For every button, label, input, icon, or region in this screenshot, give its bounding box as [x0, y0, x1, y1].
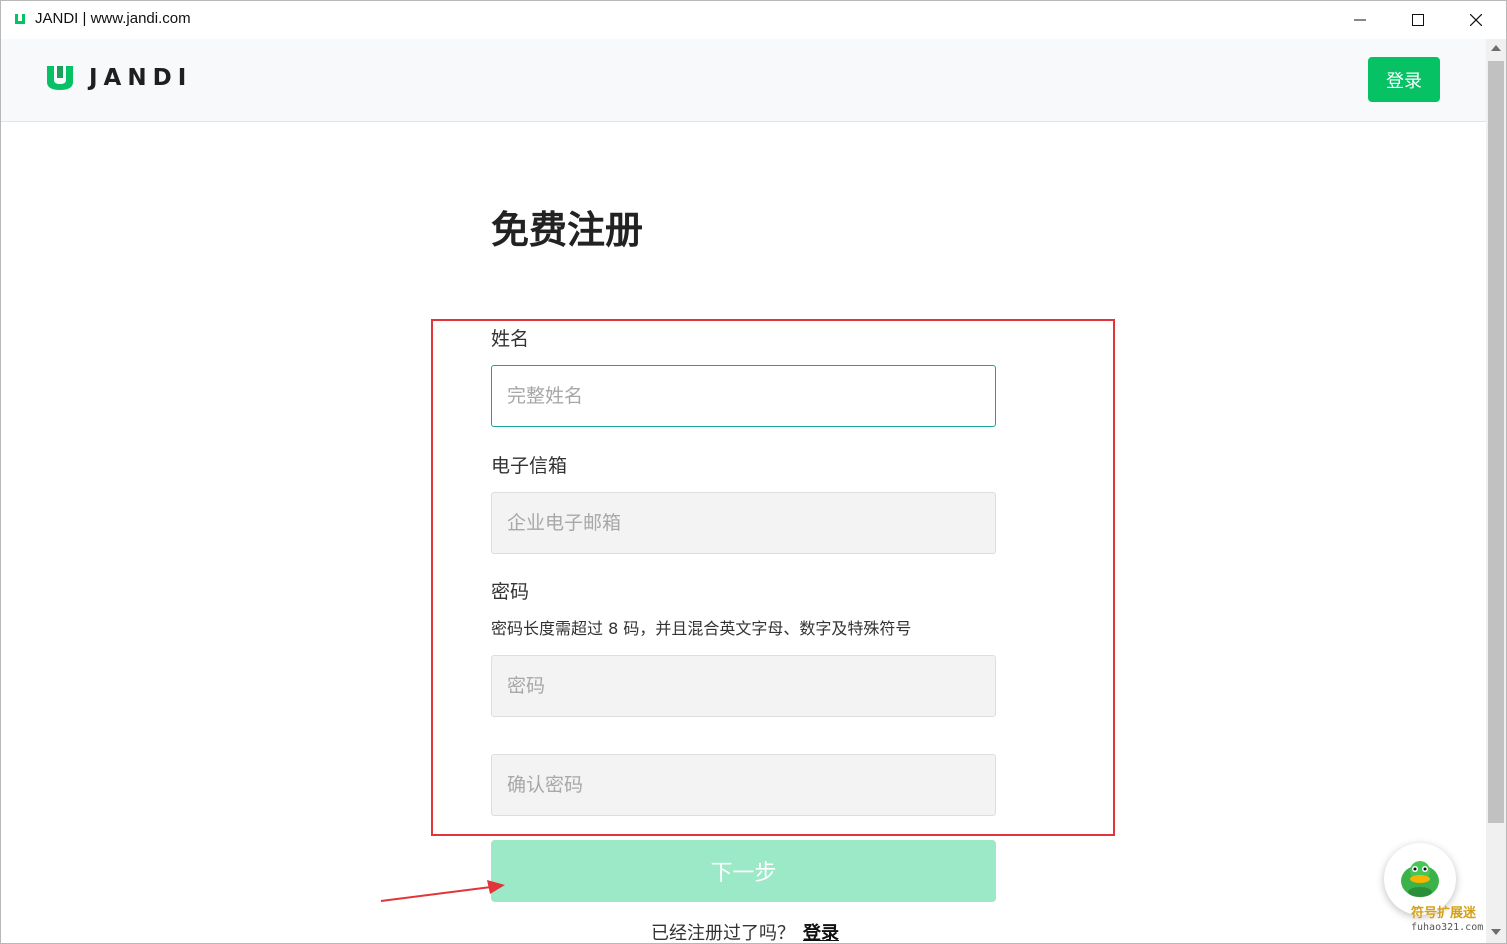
app-window: JANDI | www.jandi.com JANDI 登录 免费注册 姓名 电… — [0, 0, 1507, 944]
scroll-up-icon[interactable] — [1491, 45, 1501, 51]
site-header: JANDI 登录 — [1, 39, 1486, 122]
title-bar: JANDI | www.jandi.com — [1, 1, 1506, 39]
already-registered-text: 已经注册过了吗？ — [651, 923, 795, 944]
annotation-highlight-box — [431, 319, 1115, 836]
watermark-title: 符号扩展迷 — [1411, 906, 1477, 921]
close-icon[interactable] — [1447, 1, 1505, 39]
next-step-button[interactable]: 下一步 — [491, 840, 996, 902]
watermark-sub: fuhao321.com — [1411, 922, 1484, 933]
maximize-icon[interactable] — [1389, 1, 1447, 39]
window-title: JANDI | www.jandi.com — [35, 10, 191, 27]
scroll-thumb[interactable] — [1488, 61, 1504, 823]
already-registered: 已经注册过了吗？ 登录 — [651, 919, 839, 944]
annotation-arrow — [380, 880, 505, 902]
watermark: 符号扩展迷 fuhao321.com — [1411, 907, 1483, 935]
scroll-down-icon[interactable] — [1491, 929, 1501, 935]
jandi-app-icon — [15, 14, 25, 24]
header-login-button[interactable]: 登录 — [1368, 57, 1440, 102]
logo-text: JANDI — [89, 65, 193, 91]
login-link[interactable]: 登录 — [803, 923, 839, 943]
mascot-widget[interactable] — [1384, 843, 1456, 915]
vertical-scrollbar[interactable] — [1486, 39, 1506, 943]
jandi-logo[interactable]: JANDI — [45, 64, 192, 92]
minimize-icon[interactable] — [1331, 1, 1389, 39]
page-title: 免费注册 — [491, 208, 644, 252]
duck-mascot-icon — [1401, 861, 1439, 897]
jandi-logo-icon — [47, 66, 73, 90]
